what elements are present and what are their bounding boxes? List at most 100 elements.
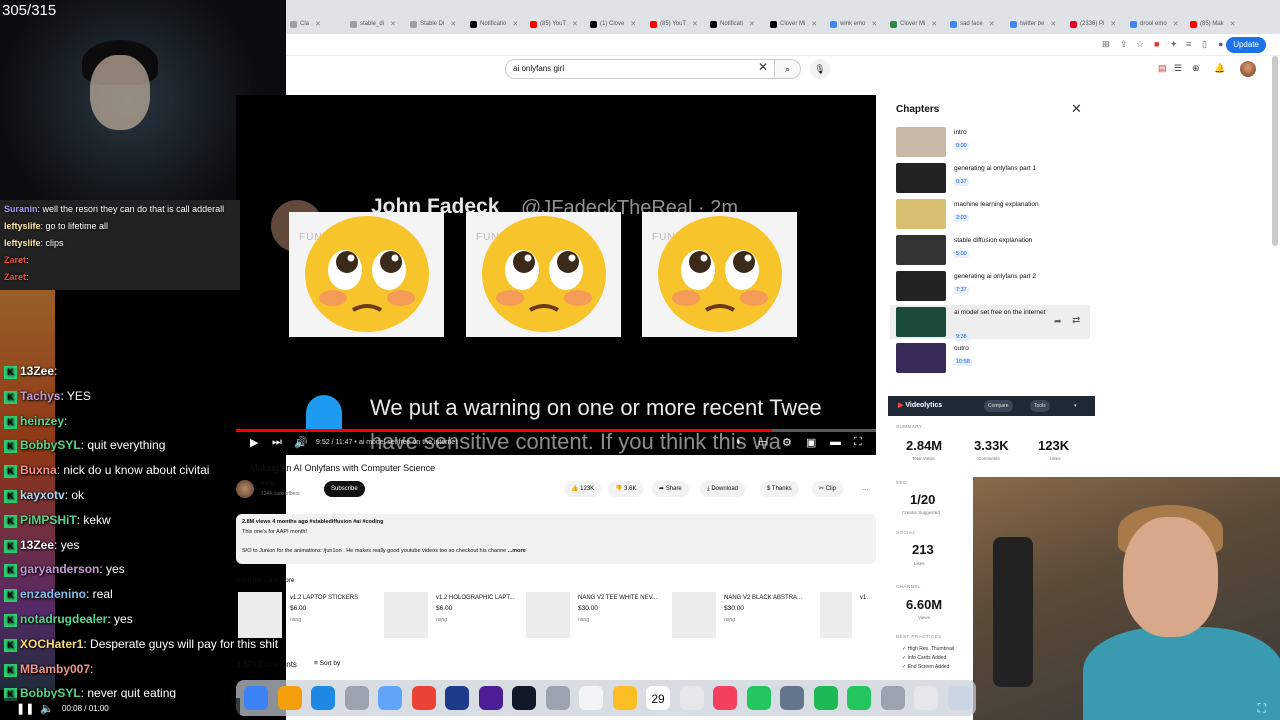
chapter-time[interactable]: 2:03	[954, 214, 969, 222]
dislike-button[interactable]: 👎 3.6K	[608, 481, 644, 497]
video-player[interactable]: John Fadeck @JFadeckTheReal · 2m FUNNICO…	[236, 95, 876, 455]
chapter-time[interactable]: 0:37	[954, 178, 969, 186]
stream-fullscreen-icon[interactable]: ⛶	[1258, 701, 1266, 716]
dock-app-icon[interactable]	[947, 686, 972, 710]
browser-tab[interactable]: stable_di ✕	[350, 16, 396, 32]
close-tab-icon[interactable]: ✕	[315, 20, 321, 28]
product-card[interactable]: v1.2 HOLOGRAPHIC LAPT... $6.00 nang	[384, 592, 529, 640]
dock-app-icon[interactable]	[411, 686, 436, 710]
subscribe-button[interactable]: Subscribe	[324, 481, 365, 497]
browser-tab[interactable]: twitter be ✕	[1010, 16, 1056, 32]
close-chapters-icon[interactable]: ✕	[1071, 101, 1082, 117]
dock-app-icon[interactable]	[244, 686, 268, 710]
browser-tab[interactable]: (2336) Pi ✕	[1070, 16, 1116, 32]
menu-icon[interactable]: ≡	[1186, 39, 1191, 49]
close-tab-icon[interactable]: ✕	[1110, 20, 1116, 28]
dock-app-icon[interactable]	[579, 686, 603, 710]
browser-tab[interactable]: Stable Di ✕	[410, 16, 456, 32]
tools-button[interactable]: Tools	[1030, 400, 1050, 412]
chapter-time[interactable]: 9:38	[954, 333, 969, 341]
dock-app-icon[interactable]	[746, 686, 771, 710]
more-actions-button[interactable]: ...	[856, 481, 875, 497]
close-tab-icon[interactable]: ✕	[572, 20, 578, 28]
dock-app-icon[interactable]	[545, 686, 570, 710]
close-tab-icon[interactable]: ✕	[512, 20, 518, 28]
browser-tab[interactable]: wink emo ✕	[830, 16, 877, 32]
product-card[interactable]: v1.2 LAPTOP STICKERS $6.00 nang	[238, 592, 383, 640]
pause-icon[interactable]: ❚❚	[16, 702, 34, 715]
extension-icon[interactable]: ⊞	[1102, 39, 1110, 50]
dock-app-icon[interactable]	[679, 686, 704, 710]
chapter-time[interactable]: 10:58	[954, 358, 972, 366]
close-tab-icon[interactable]: ✕	[931, 20, 937, 28]
chevron-down-icon[interactable]: ▾	[1070, 400, 1081, 412]
description-box[interactable]: 2.8M views 4 months ago #stablediffusion…	[236, 514, 876, 564]
sort-by-button[interactable]: ≡ Sort by	[314, 660, 340, 667]
close-tab-icon[interactable]: ✕	[390, 20, 396, 28]
browser-tab[interactable]: (1) Clove ✕	[590, 16, 636, 32]
browser-tab[interactable]: Notificatio ✕	[470, 16, 518, 32]
page-scrollbar[interactable]	[1272, 56, 1278, 246]
download-button[interactable]: ⤓ Download	[700, 481, 746, 497]
theater-icon[interactable]: ▬	[830, 436, 841, 448]
browser-tab[interactable]: Cla ✕	[290, 16, 321, 32]
product-card[interactable]: NANG V2 TEE WHITE NEV... $30.00 nang	[526, 592, 671, 640]
dock-app-icon[interactable]	[880, 686, 905, 710]
calendar-icon[interactable]: 29	[646, 686, 670, 710]
close-tab-icon[interactable]: ✕	[692, 20, 698, 28]
chapter-item[interactable]: generating ai onlyfans part 1 0:37	[890, 161, 1090, 195]
profile-icon[interactable]: ●	[1218, 39, 1223, 49]
channel-name[interactable]: nang	[261, 481, 274, 487]
dock-app-icon[interactable]	[478, 686, 503, 710]
browser-tab[interactable]: Clover Mi ✕	[770, 16, 817, 32]
close-tab-icon[interactable]: ✕	[1050, 20, 1056, 28]
update-button[interactable]: Update	[1226, 37, 1266, 53]
dock-app-icon[interactable]	[780, 686, 804, 710]
notifications-icon[interactable]: 🔔	[1214, 63, 1225, 74]
chapter-time[interactable]: 0:00	[954, 142, 969, 150]
close-tab-icon[interactable]: ✕	[871, 20, 877, 28]
chapter-item[interactable]: ai model set free on the internet 9:38 ➦ ⇄	[890, 305, 1090, 341]
dock-app-icon[interactable]	[277, 686, 302, 710]
chapter-item[interactable]: outro 10:58	[890, 341, 1090, 375]
browser-tab[interactable]: (85) YouT ✕	[650, 16, 698, 32]
browser-tab[interactable]: Notificati ✕	[710, 16, 755, 32]
browser-tab[interactable]: (85) Mak ✕	[1190, 16, 1236, 32]
dock-app-icon[interactable]	[311, 686, 335, 710]
captions-icon[interactable]: ▭	[758, 436, 768, 449]
chapter-time[interactable]: 7:37	[954, 286, 969, 294]
play-icon[interactable]: ▶	[250, 436, 258, 449]
close-tab-icon[interactable]: ✕	[630, 20, 636, 28]
loop-icon[interactable]: ⇄	[1072, 315, 1080, 326]
miniplayer-icon[interactable]: ▣	[806, 436, 816, 449]
bookmark-star-icon[interactable]: ☆	[1136, 39, 1144, 50]
extension-red-icon[interactable]: ■	[1154, 39, 1159, 49]
volume-icon[interactable]: 🔊	[294, 436, 308, 449]
fullscreen-icon[interactable]: ⛶	[854, 436, 862, 449]
chapter-item[interactable]: stable diffusion explanation 5:00	[890, 233, 1090, 267]
dock-app-icon[interactable]	[344, 686, 369, 710]
close-tab-icon[interactable]: ✕	[749, 20, 755, 28]
account-avatar[interactable]	[1240, 61, 1256, 77]
search-input[interactable]: ai onlyfans girl	[505, 59, 775, 79]
dock-app-icon[interactable]	[914, 686, 938, 710]
thanks-button[interactable]: $ Thanks	[760, 481, 799, 497]
chapter-item[interactable]: intro 0:00	[890, 125, 1090, 159]
create-icon[interactable]: ⊕	[1192, 63, 1200, 74]
close-tab-icon[interactable]: ✕	[1173, 20, 1179, 28]
puzzle-icon[interactable]: ✦	[1170, 39, 1178, 50]
browser-tab[interactable]: sad face ✕	[950, 16, 995, 32]
share-button[interactable]: ➦ Share	[652, 481, 689, 497]
chapter-item[interactable]: machine learning explanation 2:03	[890, 197, 1090, 231]
volume-icon[interactable]: 🔈	[40, 702, 54, 715]
close-tab-icon[interactable]: ✕	[450, 20, 456, 28]
browser-tab[interactable]: drool emo ✕	[1130, 16, 1179, 32]
browser-tab[interactable]: (85) YouT ✕	[530, 16, 578, 32]
voice-search-button[interactable]: 🎙	[810, 59, 830, 79]
list-icon[interactable]: ☰	[1174, 63, 1182, 74]
sidebar-icon[interactable]: ▯	[1202, 39, 1207, 50]
product-card[interactable]: NANG V2 BLACK ABSTRA... $30.00 nang	[672, 592, 817, 640]
share-icon[interactable]: ⇪	[1120, 39, 1128, 50]
close-tab-icon[interactable]: ✕	[811, 20, 817, 28]
extension-badge-icon[interactable]: ▤	[1158, 63, 1167, 74]
